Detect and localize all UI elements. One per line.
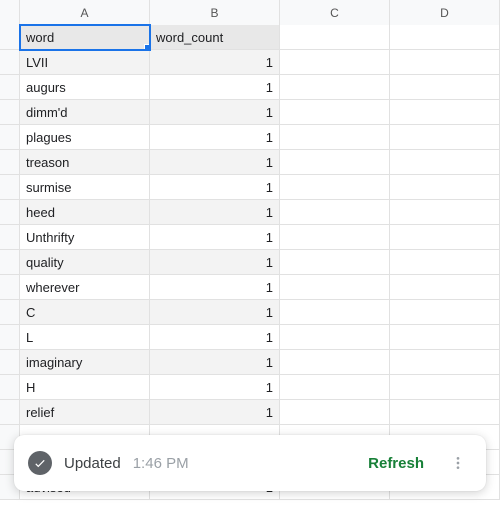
cell-empty[interactable] [390,275,500,300]
row-header[interactable] [0,325,20,350]
cell-word[interactable]: treason [20,150,150,175]
cell-count[interactable]: 1 [150,300,280,325]
cell-empty[interactable] [280,50,390,75]
cell-count[interactable]: 1 [150,125,280,150]
row-header[interactable] [0,125,20,150]
more-menu-button[interactable] [444,449,472,477]
cell-count[interactable]: 1 [150,375,280,400]
cell-count[interactable]: 1 [150,150,280,175]
cell-count[interactable]: 1 [150,200,280,225]
cell-word[interactable]: plagues [20,125,150,150]
column-header-B[interactable]: B [150,0,280,26]
cell-empty[interactable] [390,50,500,75]
cell-empty[interactable] [390,400,500,425]
row-header[interactable] [0,350,20,375]
cell-empty[interactable] [280,375,390,400]
cell-word[interactable]: L [20,325,150,350]
row-header[interactable] [0,250,20,275]
cell-count[interactable]: 1 [150,275,280,300]
cell-empty[interactable] [280,100,390,125]
cell-empty[interactable] [280,200,390,225]
cell-empty[interactable] [390,325,500,350]
kebab-icon [450,455,466,471]
cell-empty[interactable] [390,225,500,250]
refresh-button[interactable]: Refresh [368,455,424,472]
cell-empty[interactable] [390,200,500,225]
cell-count[interactable]: 1 [150,250,280,275]
cell-empty[interactable] [280,300,390,325]
cell-empty[interactable] [390,250,500,275]
cell-empty[interactable] [390,300,500,325]
row-header[interactable] [0,300,20,325]
spreadsheet-grid[interactable]: A B C D word word_count LVII1augurs1dimm… [0,0,500,500]
toast-time: 1:46 PM [133,455,189,472]
cell-word[interactable]: dimm'd [20,100,150,125]
cell-word[interactable]: LVII [20,50,150,75]
cell-count[interactable]: 1 [150,175,280,200]
cell-word[interactable]: C [20,300,150,325]
cell-B1[interactable]: word_count [150,25,280,50]
cell-word[interactable]: Unthrifty [20,225,150,250]
cell-empty[interactable] [390,175,500,200]
row-header[interactable] [0,275,20,300]
cell-count[interactable]: 1 [150,400,280,425]
cell-count[interactable]: 1 [150,325,280,350]
cell-word[interactable]: H [20,375,150,400]
cell-C1[interactable] [280,25,390,50]
cell-word[interactable]: wherever [20,275,150,300]
cell-empty[interactable] [280,275,390,300]
cell-count[interactable]: 1 [150,100,280,125]
cell-word[interactable]: heed [20,200,150,225]
cell-empty[interactable] [280,75,390,100]
cell-empty[interactable] [280,325,390,350]
cell-empty[interactable] [390,350,500,375]
corner-header[interactable] [0,0,20,26]
row-header[interactable] [0,200,20,225]
check-icon [28,451,52,475]
column-header-C[interactable]: C [280,0,390,26]
cell-empty[interactable] [280,150,390,175]
cell-word[interactable]: imaginary [20,350,150,375]
row-header[interactable] [0,75,20,100]
cell-word[interactable]: augurs [20,75,150,100]
cell-word[interactable]: quality [20,250,150,275]
cell-empty[interactable] [280,225,390,250]
cell-empty[interactable] [280,400,390,425]
cell-empty[interactable] [280,250,390,275]
cell-empty[interactable] [390,75,500,100]
cell-empty[interactable] [280,125,390,150]
row-header[interactable] [0,50,20,75]
cell-count[interactable]: 1 [150,225,280,250]
cell-empty[interactable] [390,375,500,400]
column-header-A[interactable]: A [20,0,150,26]
column-header-D[interactable]: D [390,0,500,26]
row-header[interactable] [0,100,20,125]
status-toast: Updated 1:46 PM Refresh [14,435,486,491]
row-header[interactable] [0,400,20,425]
cell-empty[interactable] [280,350,390,375]
cell-word[interactable]: surmise [20,175,150,200]
row-header[interactable] [0,225,20,250]
row-header[interactable] [0,150,20,175]
cell-empty[interactable] [390,150,500,175]
cell-empty[interactable] [280,175,390,200]
toast-status-text: Updated [64,455,121,472]
cell-empty[interactable] [390,100,500,125]
cell-count[interactable]: 1 [150,75,280,100]
row-header[interactable] [0,25,20,50]
cell-count[interactable]: 1 [150,50,280,75]
row-header[interactable] [0,375,20,400]
row-header[interactable] [0,175,20,200]
cell-word[interactable]: relief [20,400,150,425]
cell-A1[interactable]: word [20,25,150,50]
cell-D1[interactable] [390,25,500,50]
cell-count[interactable]: 1 [150,350,280,375]
cell-empty[interactable] [390,125,500,150]
